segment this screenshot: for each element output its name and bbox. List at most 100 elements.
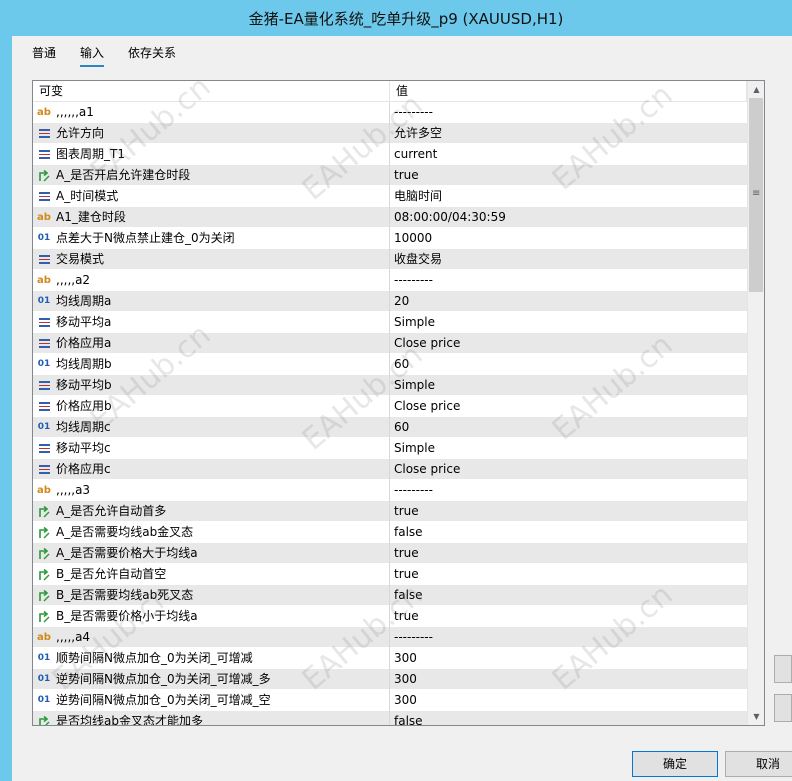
ok-button[interactable]: 确定	[632, 751, 718, 777]
variable-name: A_是否开启允许建仓时段	[56, 168, 191, 182]
value-cell[interactable]: Simple	[390, 438, 747, 459]
value-cell[interactable]: Close price	[390, 333, 747, 354]
value-cell[interactable]: ---------	[390, 480, 747, 501]
value-cell[interactable]: true	[390, 165, 747, 186]
variable-cell: 价格应用b	[33, 396, 390, 417]
enum-type-icon	[37, 190, 51, 204]
table-row[interactable]: 价格应用c Close price	[33, 459, 747, 480]
value-cell[interactable]: Close price	[390, 459, 747, 480]
table-row[interactable]: A_是否需要价格大于均线a true	[33, 543, 747, 564]
table-row[interactable]: A_是否允许自动首多 true	[33, 501, 747, 522]
enum-type-icon	[37, 442, 51, 456]
side-button-load[interactable]	[774, 655, 792, 683]
table-row[interactable]: 01 顺势间隔N微点加仓_0为关闭_可增减 300	[33, 648, 747, 669]
table-row[interactable]: 图表周期_T1 current	[33, 144, 747, 165]
bool-type-icon	[37, 505, 51, 519]
value-cell[interactable]: true	[390, 501, 747, 522]
table-row[interactable]: 01 均线周期b 60	[33, 354, 747, 375]
grid-header: 可变 值	[33, 81, 747, 102]
value-cell[interactable]: 允许多空	[390, 123, 747, 144]
variable-cell: 01 逆势间隔N微点加仓_0为关闭_可增减_多	[33, 669, 390, 690]
value-cell[interactable]: 60	[390, 354, 747, 375]
table-row[interactable]: ab ,,,,,,a1 ---------	[33, 102, 747, 123]
value-cell[interactable]: ---------	[390, 627, 747, 648]
tab-dependencies[interactable]: 依存关系	[128, 44, 176, 67]
value-cell[interactable]: false	[390, 711, 747, 725]
value-cell[interactable]: true	[390, 543, 747, 564]
value-cell[interactable]: false	[390, 522, 747, 543]
value-cell[interactable]: 60	[390, 417, 747, 438]
value-cell[interactable]: current	[390, 144, 747, 165]
value-cell[interactable]: ---------	[390, 102, 747, 123]
value-cell[interactable]: 08:00:00/04:30:59	[390, 207, 747, 228]
table-row[interactable]: A_是否需要均线ab金叉态 false	[33, 522, 747, 543]
table-row[interactable]: 允许方向 允许多空	[33, 123, 747, 144]
column-header-variable[interactable]: 可变	[33, 81, 390, 102]
table-row[interactable]: 01 点差大于N微点禁止建仓_0为关闭 10000	[33, 228, 747, 249]
variable-name: A_是否需要价格大于均线a	[56, 546, 198, 560]
variable-cell: A_是否开启允许建仓时段	[33, 165, 390, 186]
value-cell[interactable]: true	[390, 606, 747, 627]
variable-name: 均线周期a	[56, 294, 112, 308]
table-row[interactable]: 01 均线周期c 60	[33, 417, 747, 438]
variable-cell: 交易模式	[33, 249, 390, 270]
value-cell[interactable]: 电脑时间	[390, 186, 747, 207]
value-cell[interactable]: true	[390, 564, 747, 585]
table-row[interactable]: 移动平均a Simple	[33, 312, 747, 333]
value-cell[interactable]: Close price	[390, 396, 747, 417]
scroll-down-button[interactable]: ▼	[748, 708, 764, 725]
table-row[interactable]: ab ,,,,,a3 ---------	[33, 480, 747, 501]
table-row[interactable]: 交易模式 收盘交易	[33, 249, 747, 270]
variable-cell: ab ,,,,,a2	[33, 270, 390, 291]
value-cell[interactable]: Simple	[390, 312, 747, 333]
tab-general[interactable]: 普通	[32, 44, 56, 67]
table-row[interactable]: ab A1_建仓时段 08:00:00/04:30:59	[33, 207, 747, 228]
table-row[interactable]: 是否均线ab金叉态才能加多 false	[33, 711, 747, 725]
scrollbar-thumb[interactable]: ≡	[749, 98, 763, 292]
value-cell[interactable]: 300	[390, 648, 747, 669]
table-row[interactable]: 移动平均c Simple	[33, 438, 747, 459]
table-row[interactable]: B_是否需要均线ab死叉态 false	[33, 585, 747, 606]
variable-name: 价格应用b	[56, 399, 112, 413]
variable-cell: 允许方向	[33, 123, 390, 144]
variable-name: 顺势间隔N微点加仓_0为关闭_可增减	[56, 651, 253, 665]
table-row[interactable]: 价格应用b Close price	[33, 396, 747, 417]
string-type-icon: ab	[37, 107, 51, 118]
table-row[interactable]: B_是否允许自动首空 true	[33, 564, 747, 585]
value-cell[interactable]: 10000	[390, 228, 747, 249]
value-cell[interactable]: 300	[390, 669, 747, 690]
table-row[interactable]: A_时间模式 电脑时间	[33, 186, 747, 207]
side-button-save[interactable]	[774, 694, 792, 722]
table-row[interactable]: 01 逆势间隔N微点加仓_0为关闭_可增减_多 300	[33, 669, 747, 690]
table-row[interactable]: 01 均线周期a 20	[33, 291, 747, 312]
table-row[interactable]: B_是否需要价格小于均线a true	[33, 606, 747, 627]
vertical-scrollbar[interactable]: ▲ ≡ ▼	[747, 81, 764, 725]
variable-cell: 移动平均b	[33, 375, 390, 396]
number-type-icon: 01	[37, 296, 51, 306]
table-row[interactable]: 移动平均b Simple	[33, 375, 747, 396]
variable-cell: ab ,,,,,a4	[33, 627, 390, 648]
column-header-value[interactable]: 值	[390, 81, 747, 102]
value-cell[interactable]: false	[390, 585, 747, 606]
scroll-up-button[interactable]: ▲	[748, 81, 764, 98]
tab-inputs[interactable]: 输入	[80, 44, 105, 67]
value-cell[interactable]: 300	[390, 690, 747, 711]
value-cell[interactable]: ---------	[390, 270, 747, 291]
bool-type-icon	[37, 715, 51, 725]
value-cell[interactable]: 收盘交易	[390, 249, 747, 270]
enum-type-icon	[37, 463, 51, 477]
cancel-button[interactable]: 取消	[725, 751, 792, 777]
variable-name: B_是否需要均线ab死叉态	[56, 588, 194, 602]
value-cell[interactable]: Simple	[390, 375, 747, 396]
variable-name: 移动平均b	[56, 378, 112, 392]
table-row[interactable]: 01 逆势间隔N微点加仓_0为关闭_可增减_空 300	[33, 690, 747, 711]
enum-type-icon	[37, 400, 51, 414]
table-row[interactable]: ab ,,,,,a4 ---------	[33, 627, 747, 648]
table-row[interactable]: 价格应用a Close price	[33, 333, 747, 354]
variable-cell: 价格应用a	[33, 333, 390, 354]
table-row[interactable]: ab ,,,,,a2 ---------	[33, 270, 747, 291]
table-row[interactable]: A_是否开启允许建仓时段 true	[33, 165, 747, 186]
enum-type-icon	[37, 148, 51, 162]
value-cell[interactable]: 20	[390, 291, 747, 312]
variable-name: ,,,,,,a1	[56, 105, 94, 119]
